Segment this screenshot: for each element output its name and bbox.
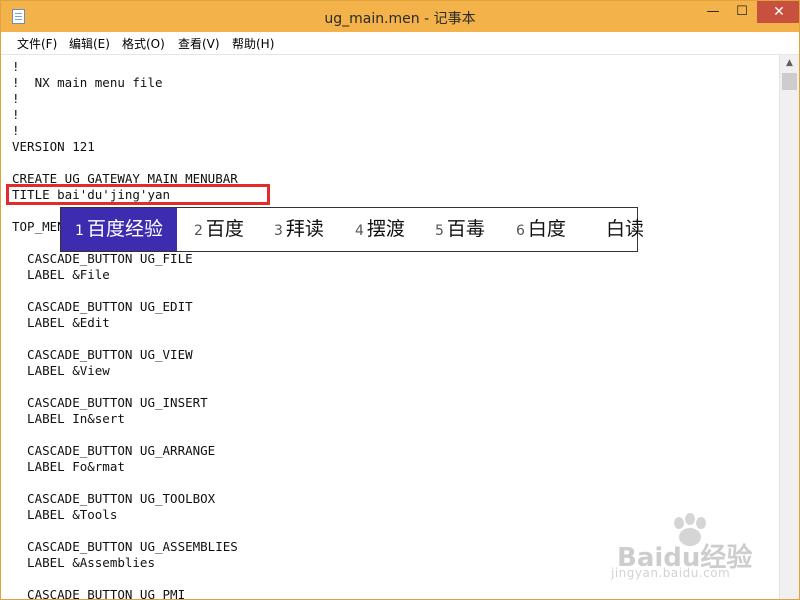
ime-candidate-number: 1 (75, 223, 84, 239)
menu-file[interactable]: 文件(F) (17, 35, 57, 52)
ime-candidate-text: 白度 (527, 218, 566, 240)
ime-candidate-text: 百度经验 (86, 218, 163, 240)
editor-line[interactable]: CASCADE_BUTTON UG_FILE (12, 251, 193, 266)
ime-candidate-text: 白读 (606, 218, 645, 240)
editor-line[interactable]: LABEL &Edit (12, 315, 110, 330)
ime-candidate-6[interactable]: 6 白度 (516, 208, 566, 251)
ime-candidate-text: 百毒 (446, 218, 485, 240)
menu-edit[interactable]: 编辑(E) (69, 35, 110, 52)
editor-line[interactable]: CASCADE_BUTTON UG_EDIT (12, 299, 193, 314)
ime-candidate-text: 百度 (205, 218, 244, 240)
editor-line[interactable]: LABEL &Tools (12, 507, 117, 522)
close-button[interactable]: ✕ (757, 1, 799, 23)
window-title: ug_main.men - 记事本 (324, 11, 476, 27)
ime-candidate-text: 摆渡 (366, 218, 405, 240)
editor-line[interactable]: CASCADE_BUTTON UG_ASSEMBLIES (12, 539, 238, 554)
vertical-scrollbar[interactable]: ▲ (779, 55, 799, 599)
editor-line[interactable]: CASCADE_BUTTON UG_PMI (12, 587, 185, 599)
editor-line[interactable]: CASCADE_BUTTON UG_ARRANGE (12, 443, 215, 458)
editor-line[interactable]: CASCADE_BUTTON UG_VIEW (12, 347, 193, 362)
ime-candidate-1[interactable]: 1 百度经验 (61, 208, 177, 251)
scroll-up-arrow-icon[interactable]: ▲ (780, 55, 799, 72)
ime-candidate-7[interactable]: 白读 (606, 208, 644, 251)
ime-candidate-5[interactable]: 5 百毒 (435, 208, 485, 251)
minimize-button[interactable]: — (698, 1, 728, 23)
watermark-url: jingyan.baidu.com (611, 566, 731, 580)
editor-text[interactable]: ! ! NX main menu file ! ! ! VERSION 121 … (12, 59, 238, 599)
editor-line[interactable]: LABEL &View (12, 363, 110, 378)
ime-candidate-number: 3 (274, 223, 283, 239)
ime-candidate-number: 6 (516, 223, 525, 239)
baidu-jingyan-watermark: Baidu经验 jingyan.baidu.com (611, 513, 771, 581)
notepad-window: ug_main.men - 记事本 — ☐ ✕ 文件(F) 编辑(E) 格式(O… (0, 0, 800, 600)
editor-line[interactable]: ! (12, 59, 20, 74)
menu-help[interactable]: 帮助(H) (232, 35, 274, 52)
ime-candidate-2[interactable]: 2 百度 (194, 208, 244, 251)
scrollbar-thumb[interactable] (782, 73, 797, 90)
menu-bar: 文件(F) 编辑(E) 格式(O) 查看(V) 帮助(H) (1, 32, 799, 55)
maximize-button[interactable]: ☐ (728, 1, 756, 23)
editor-line[interactable]: ! (12, 107, 20, 122)
ime-candidate-number: 5 (435, 223, 444, 239)
editor-line[interactable]: LABEL Fo&rmat (12, 459, 125, 474)
ime-candidate-bar: 1 百度经验 2 百度 3 拜读 4 摆渡 5 百毒 6 白度 白读 (60, 207, 644, 252)
editor-line[interactable]: VERSION 121 (12, 139, 95, 154)
editor-line[interactable]: LABEL &Assemblies (12, 555, 155, 570)
editor-line[interactable]: ! (12, 123, 20, 138)
menu-format[interactable]: 格式(O) (122, 35, 165, 52)
title-bar[interactable]: ug_main.men - 记事本 — ☐ ✕ (1, 1, 799, 32)
ime-candidate-3[interactable]: 3 拜读 (274, 208, 324, 251)
ime-candidate-number: 4 (355, 223, 364, 239)
ime-candidate-4[interactable]: 4 摆渡 (355, 208, 405, 251)
ime-candidate-text: 拜读 (285, 218, 324, 240)
menu-view[interactable]: 查看(V) (178, 35, 220, 52)
ime-candidate-number: 2 (194, 223, 203, 239)
editor-line[interactable]: LABEL &File (12, 267, 110, 282)
editor-line[interactable]: CASCADE_BUTTON UG_TOOLBOX (12, 491, 215, 506)
editor-line[interactable]: CASCADE_BUTTON UG_INSERT (12, 395, 208, 410)
editor-line[interactable]: ! NX main menu file (12, 75, 163, 90)
editor-line[interactable]: LABEL In&sert (12, 411, 125, 426)
editor-line[interactable]: ! (12, 91, 20, 106)
red-highlight-box (6, 184, 270, 205)
